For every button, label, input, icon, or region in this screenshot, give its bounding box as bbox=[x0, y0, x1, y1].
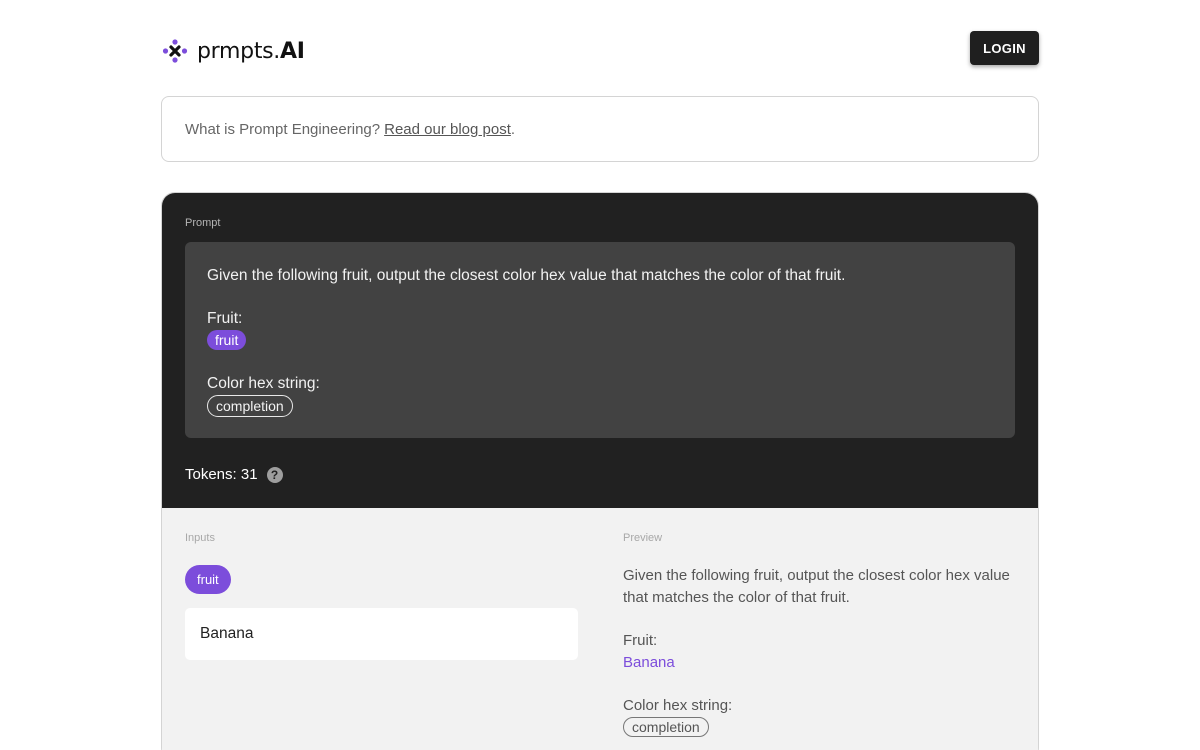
token-count: Tokens: 31 ? bbox=[185, 466, 283, 483]
help-icon[interactable]: ? bbox=[266, 466, 283, 483]
info-text: What is Prompt Engineering? bbox=[185, 120, 381, 138]
prompt-instruction: Given the following fruit, output the cl… bbox=[207, 267, 846, 284]
prompt-color-label: Color hex string: bbox=[207, 375, 320, 392]
preview-completion-chip: completion bbox=[623, 717, 709, 737]
info-banner: What is Prompt Engineering? Read our blo… bbox=[161, 96, 1039, 162]
prompt-label: Prompt bbox=[185, 217, 221, 229]
preview-color-label: Color hex string: bbox=[623, 697, 733, 714]
preview-label: Preview bbox=[623, 532, 663, 544]
logo[interactable]: prmpts.AI bbox=[161, 37, 305, 65]
fruit-variable-chip[interactable]: fruit bbox=[207, 330, 247, 350]
tokens-label: Tokens: 31 bbox=[185, 466, 258, 483]
preview-text: Given the following fruit, output the cl… bbox=[623, 565, 1018, 739]
inputs-label: Inputs bbox=[185, 532, 215, 544]
inputs-preview-section: Inputs fruit Preview Given the following… bbox=[162, 508, 1038, 750]
completion-chip[interactable]: completion bbox=[207, 395, 293, 417]
preview-fruit-label: Fruit: bbox=[623, 632, 658, 649]
prompt-panel: Prompt Given the following fruit, output… bbox=[161, 192, 1039, 750]
preview-instruction: Given the following fruit, output the cl… bbox=[623, 567, 1010, 606]
fruit-input-chip: fruit bbox=[185, 565, 231, 594]
fruit-input[interactable] bbox=[185, 608, 578, 660]
preview-fruit-value: Banana bbox=[623, 654, 675, 671]
logo-text: prmpts.AI bbox=[197, 38, 305, 64]
prompt-section: Prompt Given the following fruit, output… bbox=[162, 193, 1038, 508]
header: prmpts.AI LOGIN bbox=[161, 31, 1039, 67]
prompt-editor[interactable]: Given the following fruit, output the cl… bbox=[185, 242, 1015, 438]
preview-column: Preview Given the following fruit, outpu… bbox=[623, 532, 1018, 739]
inputs-column: Inputs fruit bbox=[185, 532, 578, 660]
info-suffix: . bbox=[510, 120, 516, 138]
login-button[interactable]: LOGIN bbox=[970, 31, 1039, 65]
prompt-fruit-label: Fruit: bbox=[207, 310, 243, 327]
prmpts-logo-icon bbox=[162, 39, 188, 63]
blog-post-link[interactable]: Read our blog post bbox=[384, 121, 511, 138]
